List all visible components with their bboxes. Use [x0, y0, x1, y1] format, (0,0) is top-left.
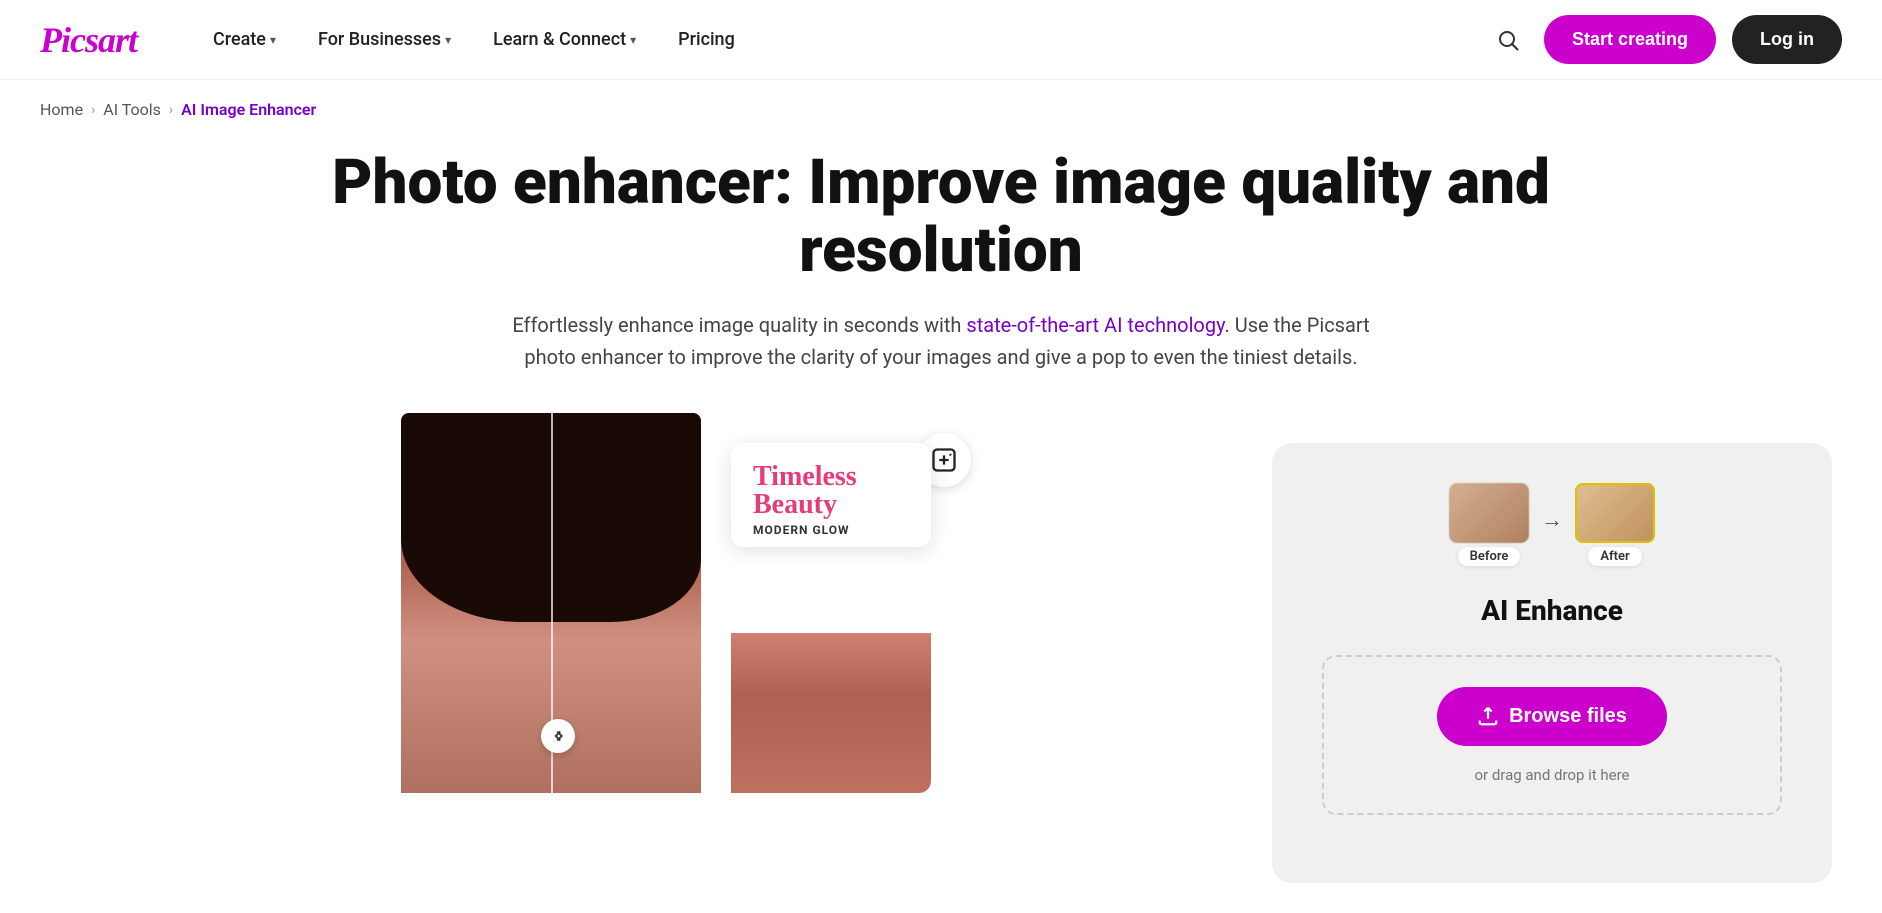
after-label: After — [1588, 547, 1641, 566]
highlight-text: state-of-the-art AI technology — [966, 313, 1224, 337]
chevron-down-icon: ▾ — [630, 33, 636, 47]
nav-label-learn: Learn & Connect — [493, 29, 626, 50]
enhance-icon — [930, 446, 958, 474]
drop-zone[interactable]: Browse files or drag and drop it here — [1322, 655, 1782, 815]
left-panel: TimelessBeauty MODERN GLOW — [0, 413, 1242, 793]
nav-links: Create ▾ For Businesses ▾ Learn & Connec… — [197, 21, 1488, 58]
hero-subtitle: Effortlessly enhance image quality in se… — [491, 309, 1391, 373]
nav-label-businesses: For Businesses — [318, 29, 441, 50]
nav-item-create[interactable]: Create ▾ — [197, 21, 292, 58]
nav-item-businesses[interactable]: For Businesses ▾ — [302, 21, 467, 58]
after-thumbnail — [1575, 483, 1655, 543]
before-item: Before — [1449, 483, 1529, 566]
photo-collage: TimelessBeauty MODERN GLOW — [401, 413, 961, 793]
portrait-bottom-face — [731, 633, 931, 793]
login-button[interactable]: Log in — [1732, 15, 1842, 64]
chevron-down-icon: ▾ — [445, 33, 451, 47]
chevron-down-icon: ▾ — [270, 33, 276, 47]
start-creating-button[interactable]: Start creating — [1544, 15, 1716, 64]
hero-section: Photo enhancer: Improve image quality an… — [0, 129, 1882, 413]
before-after-row: Before → After — [1449, 483, 1655, 566]
overlay-card-title: TimelessBeauty — [753, 463, 909, 519]
after-item: After — [1575, 483, 1655, 566]
slider-icon — [549, 727, 567, 745]
breadcrumb-home[interactable]: Home — [40, 100, 83, 119]
breadcrumb-ai-tools[interactable]: AI Tools — [103, 100, 161, 119]
before-label: Before — [1458, 547, 1521, 566]
browse-files-button[interactable]: Browse files — [1437, 687, 1667, 746]
search-button[interactable] — [1488, 20, 1528, 60]
breadcrumb: Home › AI Tools › AI Image Enhancer — [0, 80, 1882, 129]
upload-icon — [1477, 705, 1499, 727]
hero-title: Photo enhancer: Improve image quality an… — [241, 149, 1641, 285]
breadcrumb-current: AI Image Enhancer — [181, 100, 316, 119]
logo[interactable]: Picsart — [40, 19, 137, 61]
portrait-bottom — [731, 633, 931, 793]
navbar: Picsart Create ▾ For Businesses ▾ Learn … — [0, 0, 1882, 80]
nav-label-create: Create — [213, 29, 266, 50]
upload-widget: Before → After AI Enhance Browse files — [1272, 443, 1832, 883]
arrow-icon: → — [1541, 507, 1563, 533]
right-panel: Before → After AI Enhance Browse files — [1242, 413, 1882, 913]
overlay-card-subtitle: MODERN GLOW — [753, 523, 909, 537]
nav-right: Start creating Log in — [1488, 15, 1842, 64]
nav-item-learn[interactable]: Learn & Connect ▾ — [477, 21, 652, 58]
search-icon — [1496, 28, 1520, 52]
nav-item-pricing[interactable]: Pricing — [662, 21, 751, 58]
breadcrumb-separator-1: › — [91, 102, 95, 118]
widget-title: AI Enhance — [1481, 594, 1623, 627]
breadcrumb-separator-2: › — [169, 102, 173, 118]
drop-text: or drag and drop it here — [1474, 766, 1629, 784]
browse-label: Browse files — [1509, 705, 1627, 728]
content-area: TimelessBeauty MODERN GLOW Before → Afte… — [0, 413, 1882, 913]
overlay-card: TimelessBeauty MODERN GLOW — [731, 443, 931, 547]
nav-label-pricing: Pricing — [678, 29, 735, 50]
before-thumbnail — [1449, 483, 1529, 543]
